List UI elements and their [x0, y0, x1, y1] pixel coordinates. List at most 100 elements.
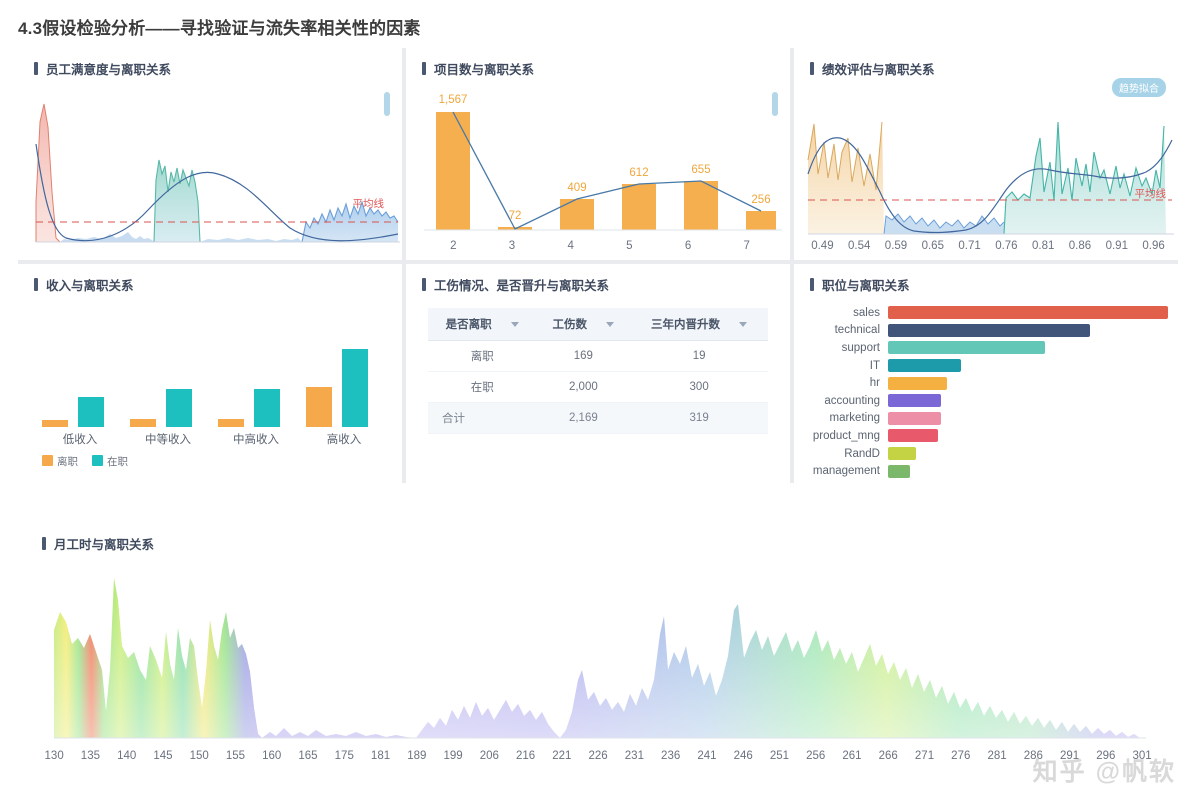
hbar-track	[888, 323, 1168, 337]
column-header-status[interactable]: 是否离职	[428, 308, 537, 341]
hbar-track	[888, 359, 1168, 373]
hbar-row[interactable]: sales	[794, 304, 1168, 322]
column-label: 工伤数	[552, 319, 588, 331]
table-row[interactable]: 离职 169 19	[428, 340, 768, 372]
hbar-label: support	[841, 341, 880, 354]
x-tick: 251	[769, 750, 790, 762]
chart-projects: 1,567 72 409 612 655 256 2 3 4 5 6 7	[406, 82, 790, 260]
hbar-label: technical	[834, 324, 880, 337]
x-tick: 145	[153, 750, 173, 762]
bar-group-mid: 中等收入	[130, 389, 206, 446]
bar-value-label: 409	[567, 182, 587, 194]
hbar-row[interactable]: product_mng	[794, 427, 1168, 445]
panel-title-income: 收入与离职关系	[34, 275, 134, 294]
bar-value-label: 1,567	[438, 94, 468, 106]
hbar-fill	[888, 341, 1045, 355]
panel-title-label: 收入与离职关系	[46, 279, 134, 293]
x-tick: 286	[1023, 750, 1043, 762]
x-tick: 271	[914, 750, 935, 762]
x-tick: 226	[588, 750, 608, 762]
hbar-track	[888, 341, 1168, 355]
x-tick: 140	[117, 750, 137, 762]
bar-group-low: 低收入	[42, 397, 118, 446]
avg-line-label: 平均线	[1134, 188, 1167, 200]
x-tick: 175	[334, 750, 354, 762]
accent-bar-icon	[42, 537, 46, 550]
hbar-label: sales	[853, 306, 880, 319]
cell-total-promotion: 319	[630, 402, 768, 434]
x-tick: 246	[733, 750, 753, 762]
cell-status: 在职	[428, 371, 537, 403]
accent-bar-icon	[34, 62, 38, 75]
x-tick: 181	[370, 750, 391, 762]
x-tick: 4	[567, 240, 574, 252]
accent-bar-icon	[810, 62, 814, 75]
hbar-label: IT	[869, 359, 880, 372]
legend-label-stay: 在职	[107, 456, 128, 468]
sort-caret-icon[interactable]	[739, 322, 748, 328]
panel-title-label: 项目数与离职关系	[434, 63, 535, 77]
column-header-injury[interactable]: 工伤数	[536, 308, 631, 341]
hbar-track	[888, 429, 1168, 443]
hbar-fill	[888, 323, 1090, 337]
hbar-row[interactable]: management	[794, 462, 1168, 480]
x-tick: 2	[450, 240, 457, 252]
cell-injury: 2,000	[536, 371, 631, 403]
x-tick: 281	[987, 750, 1007, 762]
legend-item-leave[interactable]: 离职	[42, 454, 78, 469]
table-row[interactable]: 在职 2,000 300	[428, 371, 768, 403]
x-tick: 0.96	[1142, 240, 1165, 252]
column-header-promotion[interactable]: 三年内晋升数	[630, 308, 768, 341]
bar-value-label: 72	[508, 210, 522, 222]
x-tick: 216	[515, 750, 536, 762]
chart-performance: 平均线 0.49 0.54 0.59 0.65 0.71 0.76 0.81 0…	[794, 82, 1178, 260]
accent-bar-icon	[34, 278, 38, 291]
bar-stay	[78, 397, 104, 427]
bar-group-high: 高收入	[306, 349, 382, 446]
bar-stay	[254, 389, 280, 427]
dashboard-grid: 员工满意度与离职关系 平均线 项目数与离职关系 1,567 72 409 612…	[18, 48, 1178, 483]
panel-title-performance: 绩效评估与离职关系	[810, 59, 935, 78]
hbar-row[interactable]: RandD	[794, 445, 1168, 463]
chart-monthly-hours	[36, 560, 1160, 742]
panel-title-satisfaction: 员工满意度与离职关系	[34, 59, 171, 78]
panel-title-label: 职位与离职关系	[822, 279, 910, 293]
x-tick: 199	[443, 750, 463, 762]
bar-value-label: 655	[691, 164, 711, 176]
hbar-fill	[888, 447, 916, 461]
hbar-row[interactable]: technical	[794, 322, 1168, 340]
mh-sparse-segment	[262, 728, 416, 738]
cell-promotion: 300	[630, 371, 768, 403]
bar-leave	[42, 420, 68, 427]
hbar-row[interactable]: accounting	[794, 392, 1168, 410]
x-tick: 221	[552, 750, 572, 762]
x-tick: 135	[80, 750, 100, 762]
hbar-row[interactable]: support	[794, 339, 1168, 357]
panel-projects: 项目数与离职关系 1,567 72 409 612 655 256 2 3 4 …	[406, 48, 790, 260]
legend-swatch-stay	[92, 455, 103, 466]
legend-item-stay[interactable]: 在职	[92, 454, 128, 469]
x-tick: 241	[697, 750, 717, 762]
hbar-fill	[888, 429, 939, 443]
sort-caret-icon[interactable]	[606, 322, 615, 328]
x-tick: 261	[842, 750, 862, 762]
hbar-row[interactable]: IT	[794, 357, 1168, 375]
x-tick: 0.49	[811, 240, 834, 252]
hbar-row[interactable]: hr	[794, 374, 1168, 392]
x-tick: 155	[225, 750, 246, 762]
hbar-fill	[888, 359, 961, 373]
chart-satisfaction: 平均线	[18, 82, 402, 260]
hbar-fill	[888, 411, 942, 425]
hbar-label: hr	[869, 377, 880, 390]
sort-caret-icon[interactable]	[510, 322, 519, 328]
mh-left-segment	[54, 578, 262, 738]
panel-position: 职位与离职关系 sales technical support IT hr ac…	[794, 264, 1178, 483]
x-tick: 150	[189, 750, 209, 762]
hbar-row[interactable]: marketing	[794, 410, 1168, 428]
bar-category-label: 中高收入	[233, 434, 279, 446]
x-tick: 301	[1132, 750, 1152, 762]
x-tick: 231	[624, 750, 644, 762]
x-tick: 266	[878, 750, 898, 762]
bar-leave	[218, 419, 244, 427]
x-tick: 0.59	[884, 240, 908, 252]
